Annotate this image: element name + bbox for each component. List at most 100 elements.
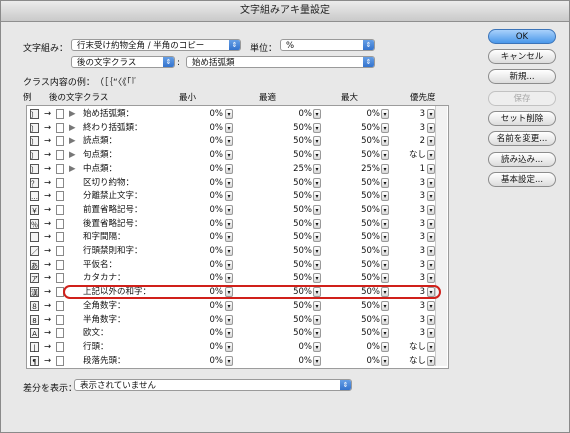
min-stepper-icon[interactable]: ▾ [225, 191, 233, 202]
min-value[interactable]: 0% [207, 108, 224, 121]
min-stepper-icon[interactable]: ▾ [225, 232, 233, 243]
diff-select[interactable]: 表示されていません ⇕ [74, 379, 352, 391]
min-value[interactable]: 0% [207, 341, 224, 354]
min-value[interactable]: 0% [207, 149, 224, 162]
opt-value[interactable]: 50% [290, 272, 312, 285]
min-value[interactable]: 0% [207, 300, 224, 313]
priority-stepper-icon[interactable]: ▾ [427, 218, 435, 229]
priority-value[interactable]: 3 [409, 204, 425, 217]
min-value[interactable]: 0% [207, 245, 224, 258]
opt-stepper-icon[interactable]: ▾ [313, 273, 321, 284]
max-stepper-icon[interactable]: ▾ [381, 328, 389, 339]
max-stepper-icon[interactable]: ▾ [381, 246, 389, 256]
min-stepper-icon[interactable]: ▾ [225, 273, 233, 284]
priority-stepper-icon[interactable]: ▾ [427, 204, 435, 215]
priority-stepper-icon[interactable]: ▾ [427, 191, 435, 202]
priority-stepper-icon[interactable]: ▾ [427, 163, 435, 174]
expand-triangle-icon[interactable]: ▶ [69, 135, 76, 148]
priority-stepper-icon[interactable]: ▾ [427, 314, 435, 325]
opt-value[interactable]: 50% [290, 177, 312, 190]
priority-value[interactable]: 1 [409, 163, 425, 176]
opt-stepper-icon[interactable]: ▾ [313, 136, 321, 147]
min-value[interactable]: 0% [207, 190, 224, 203]
max-value[interactable]: 50% [358, 259, 380, 272]
min-stepper-icon[interactable]: ▾ [225, 218, 233, 229]
opt-stepper-icon[interactable]: ▾ [313, 328, 321, 339]
max-stepper-icon[interactable]: ▾ [381, 191, 389, 202]
opt-value[interactable]: 50% [290, 231, 312, 244]
max-stepper-icon[interactable]: ▾ [381, 177, 389, 188]
opt-stepper-icon[interactable]: ▾ [313, 314, 321, 325]
priority-value[interactable]: 3 [409, 190, 425, 203]
opt-stepper-icon[interactable]: ▾ [313, 341, 321, 352]
max-stepper-icon[interactable]: ▾ [381, 300, 389, 311]
min-stepper-icon[interactable]: ▾ [225, 259, 233, 270]
min-stepper-icon[interactable]: ▾ [225, 328, 233, 339]
opt-value[interactable]: 50% [290, 259, 312, 272]
max-value[interactable]: 50% [358, 300, 380, 313]
min-value[interactable]: 0% [207, 163, 224, 176]
min-value[interactable]: 0% [207, 314, 224, 327]
max-stepper-icon[interactable]: ▾ [381, 314, 389, 325]
min-stepper-icon[interactable]: ▾ [225, 109, 233, 119]
opt-stepper-icon[interactable]: ▾ [313, 122, 321, 133]
min-stepper-icon[interactable]: ▾ [225, 204, 233, 215]
max-value[interactable]: 50% [358, 231, 380, 244]
max-value[interactable]: 0% [358, 341, 381, 354]
max-stepper-icon[interactable]: ▾ [381, 204, 389, 215]
opt-value[interactable]: 0% [290, 341, 313, 354]
opt-stepper-icon[interactable]: ▾ [313, 355, 321, 366]
priority-stepper-icon[interactable]: ▾ [427, 355, 435, 366]
priority-stepper-icon[interactable]: ▾ [427, 136, 435, 147]
priority-stepper-icon[interactable]: ▾ [427, 328, 435, 339]
min-stepper-icon[interactable]: ▾ [225, 177, 233, 188]
min-stepper-icon[interactable]: ▾ [225, 136, 233, 147]
opt-value[interactable]: 50% [290, 149, 312, 162]
max-stepper-icon[interactable]: ▾ [381, 341, 389, 352]
priority-stepper-icon[interactable]: ▾ [427, 232, 435, 243]
max-stepper-icon[interactable]: ▾ [381, 150, 389, 161]
max-stepper-icon[interactable]: ▾ [381, 163, 389, 174]
min-stepper-icon[interactable]: ▾ [225, 300, 233, 311]
class-direction-select[interactable]: 後の文字クラス ⇕ [71, 56, 175, 68]
max-value[interactable]: 50% [358, 204, 380, 217]
priority-value[interactable]: 3 [409, 231, 425, 244]
opt-stepper-icon[interactable]: ▾ [313, 246, 321, 256]
opt-stepper-icon[interactable]: ▾ [313, 177, 321, 188]
expand-triangle-icon[interactable]: ▶ [69, 122, 76, 135]
opt-value[interactable]: 50% [290, 218, 312, 231]
opt-value[interactable]: 0% [290, 108, 313, 121]
opt-stepper-icon[interactable]: ▾ [313, 232, 321, 243]
priority-value[interactable]: なし [409, 341, 426, 354]
max-value[interactable]: 0% [358, 108, 381, 121]
min-stepper-icon[interactable]: ▾ [225, 246, 233, 256]
max-value[interactable]: 50% [358, 327, 380, 340]
max-value[interactable]: 50% [358, 122, 380, 135]
max-value[interactable]: 50% [358, 272, 380, 285]
priority-stepper-icon[interactable]: ▾ [427, 246, 435, 256]
priority-value[interactable]: 3 [409, 300, 425, 313]
priority-stepper-icon[interactable]: ▾ [427, 300, 435, 311]
min-value[interactable]: 0% [207, 259, 224, 272]
opt-stepper-icon[interactable]: ▾ [313, 300, 321, 311]
min-stepper-icon[interactable]: ▾ [225, 341, 233, 352]
opt-value[interactable]: 0% [290, 355, 313, 368]
expand-triangle-icon[interactable]: ▶ [69, 163, 76, 176]
priority-value[interactable]: 3 [409, 218, 425, 231]
min-stepper-icon[interactable]: ▾ [225, 150, 233, 161]
max-value[interactable]: 50% [358, 314, 380, 327]
priority-value[interactable]: 3 [409, 272, 425, 285]
max-stepper-icon[interactable]: ▾ [381, 136, 389, 147]
opt-stepper-icon[interactable]: ▾ [313, 259, 321, 270]
new-button[interactable]: 新規... [488, 69, 556, 84]
priority-value[interactable]: 2 [409, 135, 425, 148]
min-stepper-icon[interactable]: ▾ [225, 163, 233, 174]
load-button[interactable]: 読み込み... [488, 152, 556, 167]
priority-stepper-icon[interactable]: ▾ [427, 177, 435, 188]
mojigumi-select[interactable]: 行末受け約物全角 / 半角のコピー ⇕ [71, 39, 241, 51]
priority-stepper-icon[interactable]: ▾ [427, 259, 435, 270]
opt-stepper-icon[interactable]: ▾ [313, 163, 321, 174]
class-select[interactable]: 始め括弧類 ⇕ [186, 56, 375, 68]
max-value[interactable]: 50% [358, 245, 380, 258]
cancel-button[interactable]: キャンセル [488, 49, 556, 64]
